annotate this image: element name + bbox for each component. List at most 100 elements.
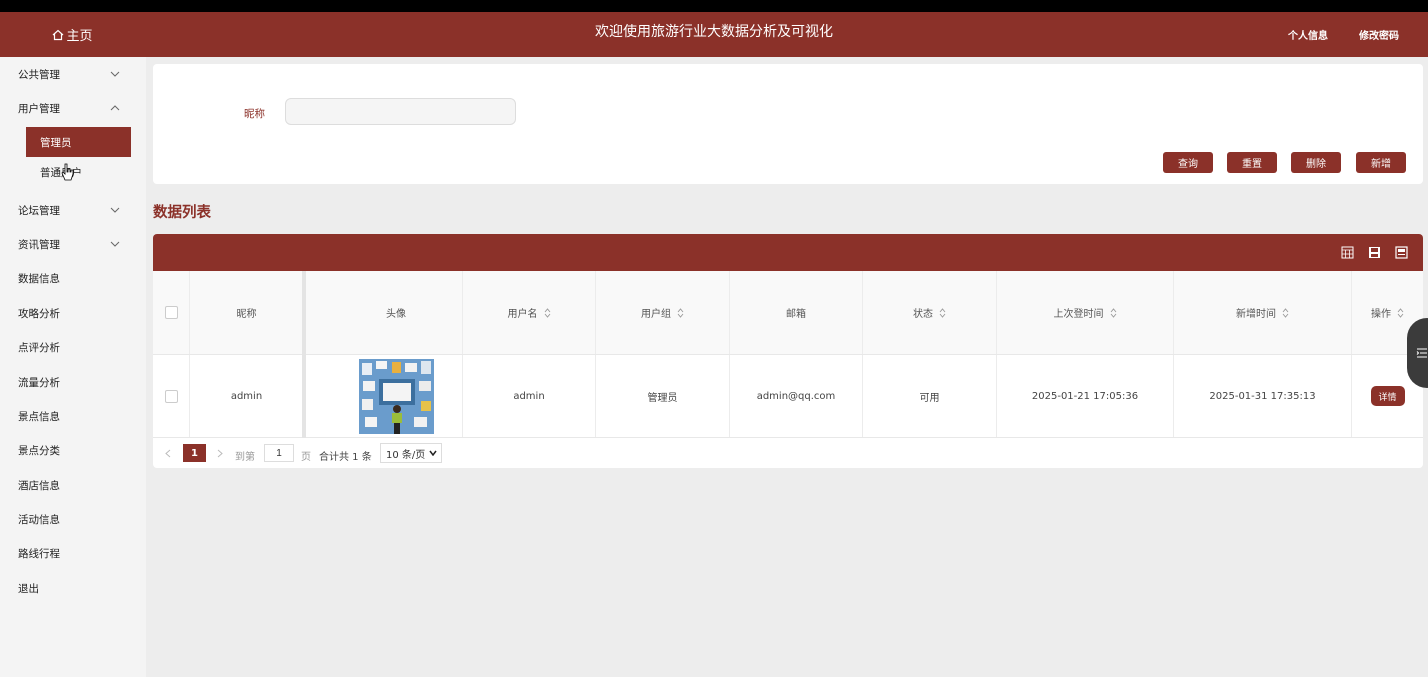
sidebar: 公共管理 用户管理 管理员 普通用户 论坛管理 资讯管理 数据信息 攻略分析 点… [0, 57, 146, 677]
next-page-icon[interactable] [217, 449, 223, 458]
sidebar-item-label: 数据信息 [18, 272, 60, 285]
cell-avatar [330, 355, 463, 437]
chevron-down-icon [110, 241, 120, 247]
chevron-down-icon [110, 207, 120, 213]
sidebar-item-logout[interactable]: 退出 [0, 573, 146, 603]
query-button[interactable]: 查询 [1163, 152, 1213, 173]
select-all-checkbox[interactable] [164, 306, 178, 319]
sidebar-item-users[interactable]: 用户管理 [0, 93, 146, 123]
column-header-label: 新增时间 [1236, 309, 1276, 320]
mouse-pointer-icon [61, 163, 74, 181]
total-count: 合计共 1 条 [319, 452, 372, 463]
sidebar-item-review-analysis[interactable]: 点评分析 [0, 332, 146, 362]
sidebar-item-label: 景点信息 [18, 410, 60, 423]
current-page[interactable]: 1 [183, 444, 206, 462]
sort-icon [1110, 307, 1116, 318]
sidebar-item-traffic-analysis[interactable]: 流量分析 [0, 367, 146, 397]
chevron-down-icon [110, 71, 120, 77]
column-header-avatar: 头像 [330, 271, 463, 354]
column-header-label: 上次登时间 [1053, 309, 1104, 320]
sidebar-item-label: 公共管理 [18, 68, 60, 81]
add-button[interactable]: 新增 [1356, 152, 1406, 173]
data-table: 昵称 头像 用户名 用户组 邮箱 状态 上次登时间 新增时间 操作 admin [153, 234, 1423, 468]
column-header-last-login[interactable]: 上次登时间 [997, 271, 1174, 354]
table-row: admin admin 管理员 admin@qq.com 可用 2025-01-… [153, 355, 1423, 438]
sidebar-item-label: 用户管理 [18, 102, 60, 115]
page-title: 欢迎使用旅游行业大数据分析及可视化 [595, 24, 833, 40]
sidebar-subitem-normal-user[interactable]: 普通用户 [26, 157, 131, 187]
top-strip [0, 0, 1428, 12]
sidebar-item-data[interactable]: 数据信息 [0, 263, 146, 293]
floating-menu-button[interactable] [1407, 318, 1428, 388]
cell-nickname: admin [190, 355, 304, 437]
cell-group: 管理员 [596, 355, 730, 437]
page-number-input[interactable] [264, 444, 294, 462]
cell-last-login: 2025-01-21 17:05:36 [997, 355, 1174, 437]
list-title: 数据列表 [153, 205, 211, 221]
change-password-link[interactable]: 修改密码 [1359, 27, 1399, 42]
nickname-search-input[interactable] [285, 98, 516, 125]
avatar-image [358, 358, 434, 434]
sidebar-item-label: 路线行程 [18, 547, 60, 560]
export-icon[interactable] [1368, 246, 1381, 259]
home-icon [53, 29, 64, 40]
table-header: 昵称 头像 用户名 用户组 邮箱 状态 上次登时间 新增时间 操作 [153, 271, 1423, 355]
delete-button[interactable]: 删除 [1291, 152, 1341, 173]
column-header-group[interactable]: 用户组 [596, 271, 730, 354]
sidebar-item-label: 流量分析 [18, 376, 60, 389]
home-link[interactable]: 主页 [0, 12, 145, 57]
sort-icon [677, 307, 684, 318]
sidebar-subitem-label: 管理员 [40, 136, 72, 149]
sidebar-item-label: 论坛管理 [18, 204, 60, 217]
sidebar-item-guide-analysis[interactable]: 攻略分析 [0, 298, 146, 328]
sidebar-item-routes[interactable]: 路线行程 [0, 538, 146, 568]
sidebar-subitem-admin[interactable]: 管理员 [26, 127, 131, 157]
reset-button[interactable]: 重置 [1227, 152, 1277, 173]
sidebar-item-events[interactable]: 活动信息 [0, 504, 146, 534]
sidebar-item-spot-categories[interactable]: 景点分类 [0, 435, 146, 465]
sort-icon [939, 307, 946, 318]
profile-link[interactable]: 个人信息 [1288, 27, 1328, 42]
pagination: 1 到第 页 合计共 1 条 10 条/页 [153, 440, 753, 466]
column-header-label: 操作 [1371, 309, 1391, 320]
chevron-up-icon [110, 105, 120, 111]
prev-page-icon[interactable] [165, 449, 171, 458]
column-header-nickname: 昵称 [190, 271, 304, 354]
menu-icon [1416, 348, 1427, 358]
column-header-label: 用户组 [641, 309, 671, 320]
page-size-value: 10 条/页 [386, 449, 426, 461]
sort-icon [544, 307, 550, 318]
home-label: 主页 [66, 29, 93, 44]
sidebar-item-label: 退出 [18, 582, 39, 595]
cell-email: admin@qq.com [730, 355, 863, 437]
column-header-label: 用户名 [507, 309, 538, 320]
detail-button[interactable]: 详情 [1370, 386, 1405, 406]
sidebar-item-label: 酒店信息 [18, 479, 60, 492]
sidebar-item-label: 攻略分析 [18, 307, 60, 320]
header-checkbox-cell [153, 271, 190, 354]
columns-icon[interactable] [1341, 246, 1354, 259]
sidebar-item-public[interactable]: 公共管理 [0, 59, 146, 89]
sidebar-item-spots[interactable]: 景点信息 [0, 401, 146, 431]
cell-username: admin [463, 355, 596, 437]
cell-created: 2025-01-31 17:35:13 [1174, 355, 1352, 437]
sidebar-item-news[interactable]: 资讯管理 [0, 229, 146, 259]
column-header-email: 邮箱 [730, 271, 863, 354]
search-panel: 昵称 查询 重置 删除 新增 [153, 64, 1423, 184]
sidebar-item-label: 资讯管理 [18, 238, 60, 251]
page-unit-label: 页 [301, 452, 311, 463]
sort-icon [1397, 307, 1404, 318]
page-size-select[interactable]: 10 条/页 [380, 443, 442, 463]
sidebar-item-hotels[interactable]: 酒店信息 [0, 470, 146, 500]
sidebar-item-label: 点评分析 [18, 341, 60, 354]
goto-label: 到第 [235, 452, 255, 463]
column-header-created[interactable]: 新增时间 [1174, 271, 1352, 354]
column-header-username[interactable]: 用户名 [463, 271, 596, 354]
row-checkbox[interactable] [164, 389, 178, 403]
sort-icon [1282, 307, 1289, 318]
sidebar-item-forum[interactable]: 论坛管理 [0, 195, 146, 225]
print-icon[interactable] [1395, 246, 1408, 259]
column-header-status[interactable]: 状态 [863, 271, 997, 354]
nickname-label: 昵称 [244, 108, 265, 120]
chevron-down-icon [429, 450, 437, 456]
